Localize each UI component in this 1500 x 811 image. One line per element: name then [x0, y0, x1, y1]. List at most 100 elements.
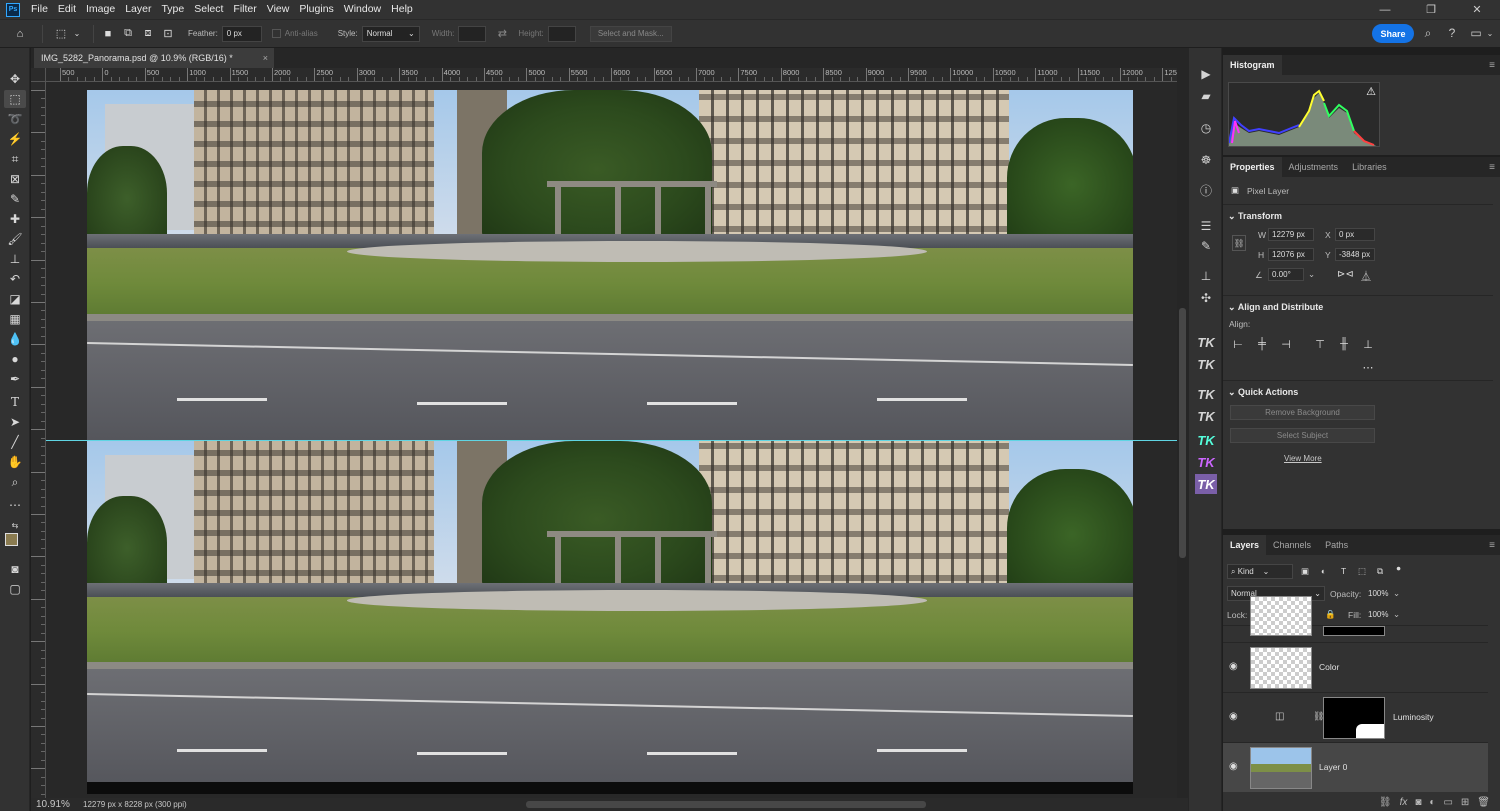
tool-presets-icon[interactable]: ✣: [1195, 288, 1217, 308]
width-input[interactable]: [458, 25, 487, 42]
home-icon[interactable]: ⌂: [12, 26, 28, 42]
tk-plugin-color-icon[interactable]: TK: [1195, 452, 1217, 472]
type-tool-icon[interactable]: T: [4, 393, 26, 411]
tk-plugin-icon[interactable]: TK: [1195, 384, 1217, 404]
vertical-ruler[interactable]: [31, 82, 46, 798]
brush-settings-icon[interactable]: ✎: [1195, 236, 1217, 256]
filter-shape-icon[interactable]: ⬚: [1358, 566, 1366, 577]
canvas-area[interactable]: [46, 82, 1177, 798]
height-field[interactable]: 12076 px: [1268, 248, 1314, 261]
minimize-button[interactable]: —: [1362, 0, 1408, 19]
layer-name[interactable]: Layer 0: [1319, 762, 1347, 772]
tab-paths[interactable]: Paths: [1318, 535, 1355, 555]
visibility-eye-icon[interactable]: ◉: [1229, 711, 1241, 723]
menu-select[interactable]: Select: [189, 0, 228, 19]
filter-adjustment-icon[interactable]: ◐: [1321, 566, 1326, 576]
layer-row-selected[interactable]: ◉ Layer 0: [1223, 742, 1488, 792]
chevron-down-icon[interactable]: ⌄: [69, 26, 85, 42]
crop-tool-icon[interactable]: ⌗: [4, 150, 26, 168]
eraser-tool-icon[interactable]: ◪: [4, 290, 26, 308]
line-tool-icon[interactable]: ╱: [4, 433, 26, 451]
magic-wand-tool-icon[interactable]: ⚡: [4, 130, 26, 148]
height-input[interactable]: [547, 25, 576, 42]
angle-field[interactable]: 0.00°: [1268, 268, 1304, 281]
layer-row[interactable]: ◉ Color: [1223, 642, 1488, 692]
menu-type[interactable]: Type: [156, 0, 189, 19]
new-selection-icon[interactable]: ■: [100, 26, 116, 42]
layer-row[interactable]: ◉ ◫ ⛓ Luminosity: [1223, 692, 1488, 742]
tab-adjustments[interactable]: Adjustments: [1282, 157, 1346, 177]
visibility-eye-icon[interactable]: ◉: [1229, 661, 1241, 673]
zoom-level[interactable]: 10.91%: [31, 799, 83, 810]
quick-actions-heading[interactable]: ⌄ Quick Actions: [1228, 387, 1298, 398]
new-layer-icon[interactable]: ⊞: [1461, 797, 1469, 808]
marquee-preset-icon[interactable]: ⬚: [53, 26, 69, 42]
select-subject-button[interactable]: Select Subject: [1230, 428, 1375, 443]
blur-tool-icon[interactable]: 💧: [4, 330, 26, 348]
menu-image[interactable]: Image: [81, 0, 120, 19]
tk-plugin-icon[interactable]: TK: [1195, 332, 1217, 352]
horizontal-ruler[interactable]: 500 0 500 1000 1500 2000 2500 3000 3500 4000 4500 5…: [46, 68, 1177, 82]
menu-file[interactable]: File: [26, 0, 53, 19]
tk-plugin-color-icon[interactable]: TK: [1195, 430, 1217, 450]
play-icon[interactable]: ▶: [1195, 64, 1217, 84]
chevron-down-icon[interactable]: ⌄: [1393, 609, 1400, 620]
menu-view[interactable]: View: [262, 0, 295, 19]
new-adjustment-icon[interactable]: ◐: [1429, 797, 1435, 808]
tab-histogram[interactable]: Histogram: [1223, 55, 1282, 75]
clone-source-icon[interactable]: ⊥: [1195, 266, 1217, 286]
share-button[interactable]: Share: [1372, 24, 1414, 43]
document-info[interactable]: 12279 px x 8228 px (300 ppi): [83, 800, 187, 809]
transform-heading[interactable]: ⌄ Transform: [1228, 211, 1282, 222]
foreground-color-swatch[interactable]: [5, 533, 18, 546]
menu-window[interactable]: Window: [339, 0, 386, 19]
align-right-icon[interactable]: ⊣: [1279, 337, 1293, 351]
eyedropper-tool-icon[interactable]: ✎: [4, 190, 26, 208]
hand-tool-icon[interactable]: ✋: [4, 453, 26, 471]
scrollbar-thumb[interactable]: [1179, 308, 1186, 558]
delete-layer-icon[interactable]: 🗑: [1477, 797, 1490, 808]
guide-line[interactable]: [46, 440, 1177, 441]
opacity-field[interactable]: 100%: [1365, 586, 1391, 601]
layer-name[interactable]: Luminosity: [1393, 712, 1434, 722]
style-select[interactable]: Normal ⌄: [361, 25, 420, 42]
help-icon[interactable]: ?: [1444, 25, 1460, 41]
tk-plugin-icon[interactable]: TK: [1195, 406, 1217, 426]
intersect-selection-icon[interactable]: ⊡: [160, 26, 176, 42]
align-bottom-icon[interactable]: ⊥: [1361, 337, 1375, 351]
lock-all-icon[interactable]: 🔒: [1325, 609, 1336, 620]
remove-background-button[interactable]: Remove Background: [1230, 405, 1375, 420]
maximize-button[interactable]: ❐: [1408, 0, 1454, 19]
menu-help[interactable]: Help: [386, 0, 418, 19]
tab-layers[interactable]: Layers: [1223, 535, 1267, 555]
menu-plugins[interactable]: Plugins: [294, 0, 338, 19]
history-brush-icon[interactable]: ↶: [4, 270, 26, 288]
select-and-mask-button[interactable]: Select and Mask...: [589, 25, 672, 42]
close-tab-icon[interactable]: ×: [263, 53, 268, 63]
filter-type-icon[interactable]: T: [1341, 566, 1346, 576]
more-tools-icon[interactable]: ⋯: [4, 496, 26, 514]
frame-tool-icon[interactable]: ⊠: [4, 170, 26, 188]
brush-tool-icon[interactable]: 🖌: [4, 230, 26, 248]
x-field[interactable]: 0 px: [1335, 228, 1375, 241]
width-field[interactable]: 12279 px: [1268, 228, 1314, 241]
tab-channels[interactable]: Channels: [1266, 535, 1318, 555]
y-field[interactable]: -3848 px: [1335, 248, 1375, 261]
zoom-tool-icon[interactable]: ⌕: [4, 473, 26, 491]
visibility-eye-icon[interactable]: ◉: [1229, 761, 1241, 773]
tab-properties[interactable]: Properties: [1223, 157, 1282, 177]
swap-icon[interactable]: ⇄: [494, 26, 510, 42]
panel-menu-icon[interactable]: ≡: [1489, 60, 1495, 71]
more-icon[interactable]: ⋯: [1361, 360, 1375, 374]
antialias-checkbox[interactable]: [271, 29, 281, 38]
quick-mask-icon[interactable]: ◙: [4, 560, 26, 578]
align-left-icon[interactable]: ⊢: [1231, 337, 1245, 351]
link-icon[interactable]: ⛓: [1232, 235, 1246, 251]
align-top-icon[interactable]: ⊤: [1313, 337, 1327, 351]
panel-menu-icon[interactable]: ≡: [1489, 540, 1495, 551]
search-icon[interactable]: ⌕: [1420, 25, 1436, 41]
chevron-down-icon[interactable]: ⌄: [1482, 25, 1498, 41]
filter-smart-icon[interactable]: ⧉: [1377, 566, 1383, 577]
fill-field[interactable]: 100%: [1365, 607, 1391, 622]
document-tab[interactable]: IMG_5282_Panorama.psd @ 10.9% (RGB/16) *…: [34, 48, 274, 68]
